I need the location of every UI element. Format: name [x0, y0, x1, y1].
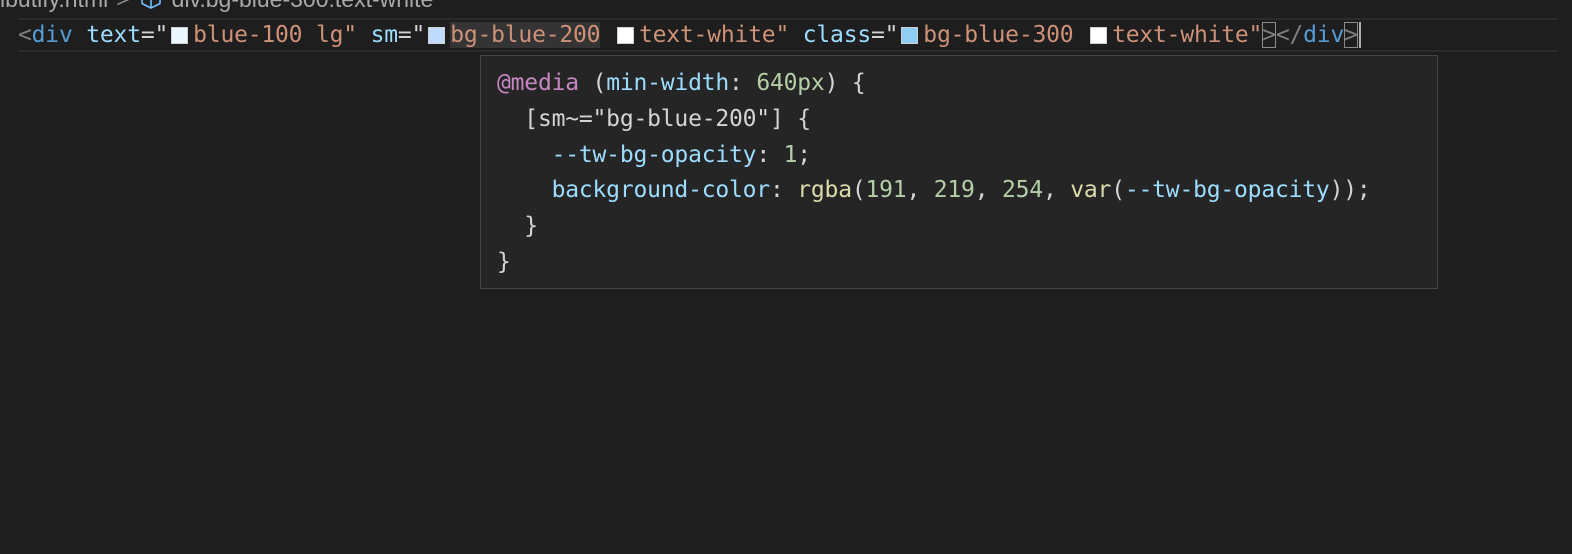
breadcrumb-element[interactable]: div.bg-blue-300.text-white: [172, 0, 434, 13]
code-line-1: @media (min-width: 640px) {: [497, 70, 866, 96]
color-swatch-blue-300[interactable]: [901, 26, 919, 44]
closing-tag-lt: </: [1275, 22, 1304, 48]
hover-tooltip: @media (min-width: 640px) { [sm~="bg-blu…: [480, 55, 1438, 289]
attribute-equals: =": [397, 22, 426, 48]
tag-open-lt: <: [18, 22, 32, 48]
breadcrumb-separator: >: [116, 0, 129, 13]
attribute-text: text: [86, 22, 141, 48]
color-swatch-blue-100[interactable]: [171, 26, 189, 44]
editor-current-line[interactable]: < div text =" blue-100 lg" sm =" bg-blue…: [18, 18, 1558, 52]
attribute-equals: =": [140, 22, 169, 48]
attribute-class: class: [802, 22, 871, 48]
color-swatch-white[interactable]: [1090, 26, 1108, 44]
attribute-equals: =": [871, 22, 899, 48]
code-line-4: background-color: rgba(191, 219, 254, va…: [551, 177, 1371, 204]
code-line-3: --tw-bg-opacity: 1;: [551, 141, 812, 168]
cube-icon: [140, 0, 161, 9]
hover-code-block: @media (min-width: 640px) { [sm~="bg-blu…: [497, 66, 1421, 281]
code-line-5: }: [524, 213, 538, 240]
code-line-6: }: [497, 248, 511, 275]
attribute-value-text-white: text-white": [1112, 22, 1263, 48]
attribute-value-bg-blue-300: bg-blue-300: [923, 22, 1074, 48]
tag-name: div: [31, 22, 73, 48]
breadcrumb: ibutify.html > div.bg-blue-300.text-whit…: [0, 0, 434, 13]
code-line-2: [sm~="bg-blue-200"] {: [524, 105, 811, 132]
attribute-value-bg-blue-200[interactable]: bg-blue-200: [450, 22, 601, 48]
color-swatch-blue-200[interactable]: [428, 26, 446, 44]
tag-open-gt: >: [1262, 22, 1276, 48]
closing-tag-gt: >: [1344, 22, 1358, 48]
breadcrumb-file[interactable]: ibutify.html: [0, 0, 108, 13]
attribute-value-text-white: text-white": [638, 22, 790, 48]
attribute-sm: sm: [370, 22, 398, 48]
color-swatch-white[interactable]: [616, 26, 634, 44]
attribute-value-text: blue-100 lg": [193, 22, 357, 48]
text-cursor: [1358, 22, 1361, 48]
closing-tag-name: div: [1303, 22, 1345, 48]
